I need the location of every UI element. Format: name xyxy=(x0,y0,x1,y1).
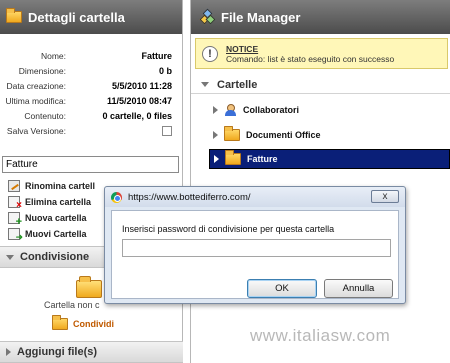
dialog-title: https://www.bottediferro.com/ xyxy=(128,191,251,203)
folder-icon xyxy=(6,8,22,23)
folders-title: Cartelle xyxy=(217,78,258,91)
detail-value: 5/5/2010 11:28 xyxy=(111,80,172,91)
tree-item-collaboratori[interactable]: Collaboratori xyxy=(209,100,450,120)
file-manager-header: File Manager xyxy=(191,0,450,34)
share-button[interactable]: Condividi xyxy=(52,315,114,330)
tree-item-documenti-office[interactable]: Documenti Office xyxy=(209,125,450,145)
dialog-titlebar: https://www.bottediferro.com/ xyxy=(105,187,405,207)
folders-header[interactable]: Cartelle xyxy=(191,76,450,94)
tree-item-fatture[interactable]: Fatture xyxy=(209,149,450,169)
tree-item-label: Collaboratori xyxy=(243,105,300,115)
save-version-checkbox[interactable] xyxy=(162,125,172,136)
folder-icon xyxy=(52,315,68,330)
dialog-body: Inserisci password di condivisione per q… xyxy=(111,210,399,299)
dialog-prompt: Inserisci password di condivisione per q… xyxy=(122,224,335,234)
chrome-icon xyxy=(111,191,122,203)
move-folder-label: Muovi Cartella xyxy=(25,229,87,239)
tree-item-label: Documenti Office xyxy=(246,130,321,140)
expand-arrow-icon xyxy=(6,348,11,356)
expand-arrow-icon[interactable] xyxy=(213,131,218,139)
file-manager-icon xyxy=(199,8,216,25)
detail-value: 0 b xyxy=(158,65,172,76)
file-manager-panel: File Manager ! NOTICE Comando: list è st… xyxy=(190,0,450,363)
share-section-title: Condivisione xyxy=(20,251,90,263)
new-folder-icon xyxy=(8,212,22,228)
move-icon xyxy=(8,228,23,243)
detail-row-created: Data creazione: 5/5/2010 11:28 xyxy=(4,78,172,93)
dialog-close-button[interactable]: x xyxy=(371,190,399,203)
detail-value: Fatture xyxy=(141,50,172,61)
tree-item-label: Fatture xyxy=(247,154,278,164)
cancel-button[interactable]: Annulla xyxy=(324,279,393,298)
file-manager-title: File Manager xyxy=(221,9,301,25)
folder-details-header: Dettagli cartella xyxy=(0,0,182,34)
expand-arrow-icon[interactable] xyxy=(213,106,218,114)
add-files-section-header[interactable]: Aggiungi file(s) xyxy=(0,341,183,363)
delete-icon xyxy=(8,196,22,211)
folder-icon xyxy=(224,126,240,141)
detail-row-size: Dimensione: 0 b xyxy=(4,63,172,78)
detail-label: Data creazione: xyxy=(6,80,66,91)
folder-name-input[interactable] xyxy=(2,156,179,173)
folder-icon xyxy=(225,150,241,165)
detail-label: Salva Versione: xyxy=(6,125,66,136)
ok-button[interactable]: OK xyxy=(247,279,317,298)
move-folder-button[interactable]: Muovi Cartella xyxy=(8,226,95,243)
detail-value: 0 cartelle, 0 files xyxy=(102,110,172,121)
delete-folder-button[interactable]: Elimina cartella xyxy=(8,194,95,211)
password-input[interactable] xyxy=(122,239,391,257)
collapse-arrow-icon xyxy=(6,254,14,260)
rename-icon xyxy=(8,180,20,192)
notice-title: NOTICE xyxy=(226,43,259,54)
detail-label: Nome: xyxy=(40,50,66,61)
details-list: Nome: Fatture Dimensione: 0 b Data creaz… xyxy=(0,34,182,138)
share-status-text: Cartella non c xyxy=(44,300,100,310)
collapse-arrow-icon xyxy=(201,82,209,87)
share-button-label: Condividi xyxy=(73,319,114,329)
share-folder-icon xyxy=(76,276,102,298)
expand-arrow-icon[interactable] xyxy=(214,155,219,163)
new-folder-button[interactable]: Nuova cartella xyxy=(8,210,95,228)
password-dialog: https://www.bottediferro.com/ x Inserisc… xyxy=(104,186,406,304)
exclamation-icon: ! xyxy=(202,45,218,62)
detail-label: Dimensione: xyxy=(18,65,66,76)
detail-label: Ultima modifica: xyxy=(5,95,66,106)
rename-folder-button[interactable]: Rinomina cartell xyxy=(8,178,95,194)
watermark: www.italiasw.com xyxy=(250,326,391,345)
detail-row-content: Contenuto: 0 cartelle, 0 files xyxy=(4,108,172,123)
detail-row-name: Nome: Fatture xyxy=(4,48,172,63)
add-files-section-title: Aggiungi file(s) xyxy=(17,346,98,358)
new-folder-label: Nuova cartella xyxy=(25,213,87,223)
detail-row-modified: Ultima modifica: 11/5/2010 08:47 xyxy=(4,93,172,108)
folder-actions: Rinomina cartell Elimina cartella Nuova … xyxy=(8,178,95,243)
detail-value: 11/5/2010 08:47 xyxy=(106,95,172,106)
rename-folder-label: Rinomina cartell xyxy=(25,181,96,191)
folder-details-panel: Dettagli cartella Nome: Fatture Dimensio… xyxy=(0,0,183,363)
detail-row-save-version: Salva Versione: xyxy=(4,123,172,138)
users-icon xyxy=(224,103,237,117)
delete-folder-label: Elimina cartella xyxy=(25,197,92,207)
notice-message: Comando: list è stato eseguito con succe… xyxy=(226,53,395,64)
folder-details-title: Dettagli cartella xyxy=(28,9,125,25)
notice-box: ! NOTICE Comando: list è stato eseguito … xyxy=(195,38,448,69)
detail-label: Contenuto: xyxy=(24,110,66,121)
